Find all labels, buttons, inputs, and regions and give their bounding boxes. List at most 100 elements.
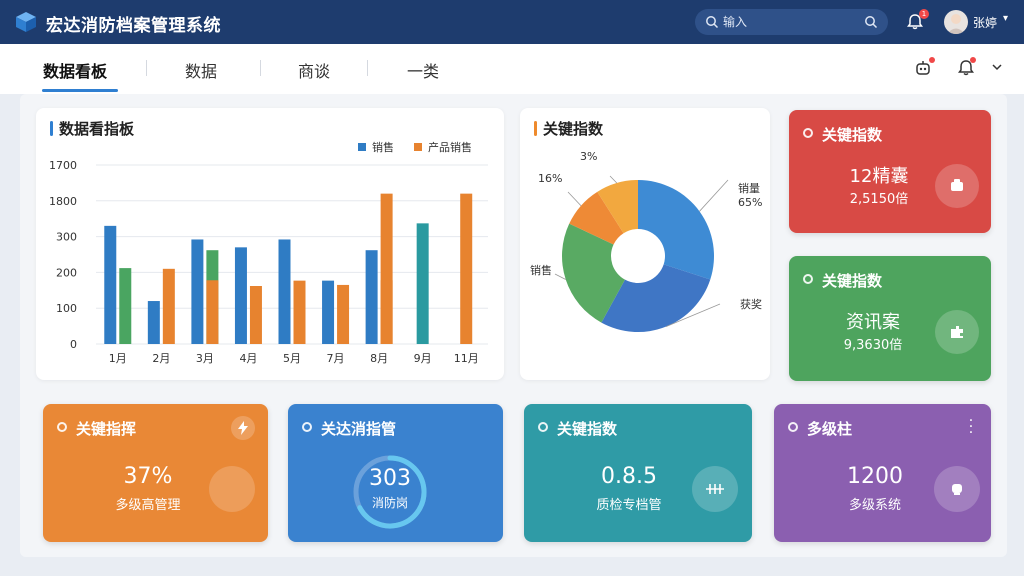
- bar[interactable]: [104, 225, 117, 344]
- status-ring-icon: [803, 128, 813, 138]
- kpi-card-orange[interactable]: 关键指挥 37% 多级高管理: [43, 404, 268, 542]
- bar[interactable]: [249, 286, 262, 344]
- x-tick-label: 1月: [109, 352, 127, 365]
- search-submit-icon[interactable]: [864, 15, 878, 29]
- cup-icon: [934, 466, 980, 512]
- kpi-value: 12精囊: [849, 166, 909, 187]
- tab-divider: [367, 60, 368, 76]
- decorative-circle: [209, 466, 255, 512]
- y-tick-label: 1800: [49, 195, 77, 208]
- bar[interactable]: [322, 280, 335, 344]
- badge-icon: [935, 164, 979, 208]
- bar[interactable]: [119, 268, 132, 344]
- leader-line: [567, 191, 582, 207]
- bar[interactable]: [234, 247, 247, 344]
- kpi-sub: 消防岗: [371, 496, 408, 510]
- x-tick-label: 9月: [414, 352, 432, 365]
- bar[interactable]: [293, 280, 306, 344]
- kpi-card-green[interactable]: 关键指数 资讯案 9,3630倍: [789, 256, 991, 381]
- x-tick-label: 4月: [239, 352, 257, 365]
- tab-category[interactable]: 一类: [407, 58, 439, 82]
- kpi-value: 0.8.5: [601, 464, 657, 489]
- x-tick-label: 11月: [454, 352, 479, 365]
- status-ring-icon: [302, 422, 312, 432]
- app-title: 宏达消防档案管理系统: [46, 16, 221, 36]
- search-box[interactable]: [695, 9, 888, 35]
- y-tick-label: 300: [56, 231, 77, 244]
- leader-line: [554, 273, 566, 280]
- kpi-title: 关键指数: [822, 126, 883, 144]
- pie-slice[interactable]: [638, 180, 714, 280]
- bar[interactable]: [147, 301, 160, 344]
- leader-line: [609, 175, 618, 184]
- kpi-sub: 9,3630倍: [843, 338, 903, 353]
- x-tick-label: 5月: [283, 352, 301, 365]
- kpi-sub: 多级系统: [848, 498, 901, 513]
- bar[interactable]: [162, 268, 175, 344]
- kpi-value: 1200: [847, 464, 903, 489]
- tab-divider: [260, 60, 261, 76]
- kpi-title: 关键指数: [557, 420, 618, 438]
- bar-chart: 1700 1800 300 200 100 0 1月 2月 3月 4月 5月 7月 8月 9月 11月: [49, 159, 488, 365]
- bar-segment[interactable]: [380, 280, 393, 344]
- bar[interactable]: [191, 239, 204, 344]
- avatar[interactable]: [944, 10, 968, 34]
- kpi-sub: 质检专档管: [596, 498, 662, 513]
- donut-chart-card: 关键指数 销量 65% 获奖 销售 16% 3%: [520, 108, 770, 380]
- active-tab-indicator: [42, 89, 118, 92]
- tab-divider: [146, 60, 147, 76]
- chevron-down-icon[interactable]: ▾: [1003, 13, 1008, 24]
- bar[interactable]: [337, 284, 350, 344]
- y-tick-label: 0: [70, 338, 77, 351]
- lightning-icon[interactable]: [231, 416, 255, 440]
- kpi-value: 303: [369, 466, 411, 491]
- kpi-title: 关键指挥: [76, 420, 137, 438]
- leader-line: [699, 179, 729, 212]
- kpi-value: 资讯案: [846, 312, 900, 333]
- robot-alert-dot: [929, 57, 935, 63]
- y-tick-label: 100: [56, 302, 77, 315]
- kpi-card-teal[interactable]: 关键指数 0.8.5 质检专档管: [524, 404, 752, 542]
- slice-label: 获奖: [740, 297, 762, 311]
- tab-data[interactable]: 数据: [185, 58, 217, 82]
- chevron-down-icon[interactable]: [990, 60, 1004, 74]
- status-ring-icon: [57, 422, 67, 432]
- slice-pct-label: 65%: [738, 196, 762, 209]
- tab-bar: [0, 44, 1024, 94]
- user-name[interactable]: 张婷: [973, 14, 997, 31]
- kpi-title: 关键指数: [822, 272, 883, 290]
- puzzle-icon: [935, 310, 979, 354]
- kpi-sub: 多级高管理: [115, 498, 181, 513]
- x-tick-label: 2月: [152, 352, 170, 365]
- bar-chart-card: 数据看指板 销售 产品销售 1700 1800 300 200 100 0 1月 2月 3月 4月…: [36, 108, 504, 380]
- kpi-card-red[interactable]: 关键指数 12精囊 2,5150倍: [789, 110, 991, 233]
- status-ring-icon: [803, 274, 813, 284]
- bar[interactable]: [416, 223, 429, 344]
- progress-ring: [353, 455, 427, 529]
- slice-label: 销售: [530, 263, 552, 277]
- x-tick-label: 8月: [370, 352, 388, 365]
- slice-pct-label: 16%: [538, 172, 562, 185]
- logo-cube-icon: [16, 12, 36, 32]
- slice-pct-label: 3%: [580, 150, 597, 163]
- bar-segment[interactable]: [206, 280, 219, 344]
- bar[interactable]: [365, 250, 378, 344]
- y-tick-label: 1700: [49, 159, 77, 172]
- search-input[interactable]: [723, 15, 853, 29]
- kpi-value: 37%: [123, 464, 173, 489]
- more-icon[interactable]: · · ·: [968, 414, 974, 440]
- top-bar: 宏达消防档案管理系统 1 张婷 ▾: [0, 0, 1024, 44]
- notification-badge: 1: [919, 9, 929, 19]
- x-tick-label: 3月: [196, 352, 214, 365]
- bar[interactable]: [278, 239, 291, 344]
- kpi-card-blue[interactable]: 关达消指管 303 消防岗: [288, 404, 503, 542]
- bell-alert-dot: [970, 57, 976, 63]
- tab-dashboard[interactable]: 数据看板: [43, 58, 107, 82]
- bar[interactable]: [460, 193, 473, 344]
- kpi-sub: 2,5150倍: [849, 192, 909, 207]
- search-icon: [706, 16, 719, 29]
- y-tick-label: 200: [56, 266, 77, 279]
- tab-negotiation[interactable]: 商谈: [298, 58, 330, 82]
- slice-label: 销量: [738, 181, 760, 195]
- kpi-card-purple[interactable]: 多级柱 · · · 1200 多级系统: [774, 404, 991, 542]
